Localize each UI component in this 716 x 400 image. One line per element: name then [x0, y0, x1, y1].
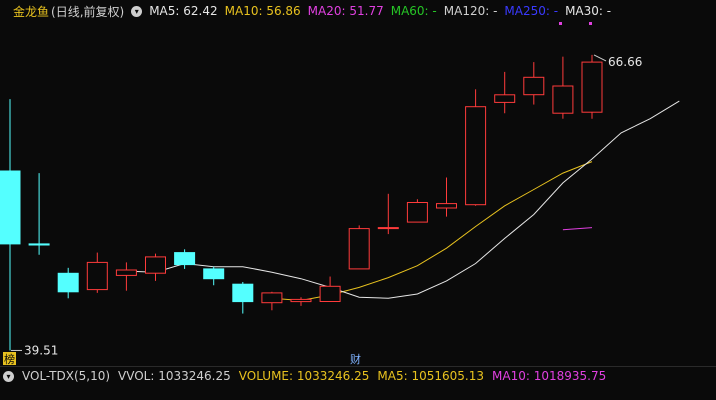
min-price-label: 39.51 [24, 343, 58, 357]
vvol-label: VVOL: 1033246.25 [118, 369, 231, 383]
volume-indicator-bar: ▾ VOL-TDX(5,10) VVOL: 1033246.25 VOLUME:… [0, 368, 614, 384]
candle-body-up [523, 76, 545, 96]
candle-body-up [436, 203, 457, 209]
marker-dot [589, 22, 592, 25]
max-price-label: 66.66 [608, 55, 642, 69]
ma250-label: MA250: - [504, 4, 559, 18]
ma10-line [271, 161, 593, 302]
candle-body-up [494, 94, 516, 103]
max-price-pointer [593, 54, 607, 62]
candle-body-up [406, 202, 428, 223]
candle-body-up [86, 261, 108, 291]
ma-legend: 金龙鱼 (日线,前复权) ▾ MA5: 62.42 MA10: 56.86 MA… [0, 3, 618, 19]
candle-body-down [0, 170, 21, 245]
volume-label: VOLUME: 1033246.25 [238, 369, 370, 383]
panel-divider [0, 366, 716, 367]
candle-body-up [348, 228, 370, 270]
event-marker-bang: 榜 [4, 352, 15, 366]
chevron-down-icon[interactable]: ▾ [3, 370, 14, 382]
ma20-label: MA20: 51.77 [307, 4, 384, 18]
candle-body-down [174, 252, 196, 266]
candle-body-up [465, 106, 487, 206]
chevron-down-icon[interactable]: ▾ [131, 5, 143, 17]
stock-name: 金龙鱼 [13, 4, 50, 19]
vol-ma10-label: MA10: 1018935.75 [492, 369, 607, 383]
candle-body-down [28, 243, 50, 246]
period-label: (日线,前复权) [51, 4, 125, 19]
candle-body-up [552, 85, 574, 114]
ma5-label: MA5: 62.42 [149, 4, 218, 18]
candle-body-up [581, 61, 603, 113]
marker-dot [559, 22, 562, 25]
candle-body-down [232, 283, 254, 303]
candle-body-up [261, 292, 283, 304]
candlestick-chart[interactable]: 66.66 39.51 榜 财 [0, 0, 716, 366]
candle-body-up [290, 298, 312, 303]
event-marker-cai: 财 [350, 352, 361, 366]
ma30-label: MA30: - [565, 4, 612, 18]
ma10-label: MA10: 56.86 [224, 4, 301, 18]
ma120-label: MA120: - [443, 4, 498, 18]
vol-ma5-label: MA5: 1051605.13 [377, 369, 484, 383]
candle-body-down [203, 268, 225, 280]
ma60-label: MA60: - [390, 4, 437, 18]
candle-body-up [115, 269, 137, 276]
candle-body-up [377, 227, 399, 230]
vol-title: VOL-TDX(5,10) [22, 369, 111, 383]
ma20-line [562, 227, 593, 231]
candle-body-up [319, 285, 341, 302]
candle-body-up [145, 256, 166, 274]
candle-body-down [57, 272, 79, 293]
